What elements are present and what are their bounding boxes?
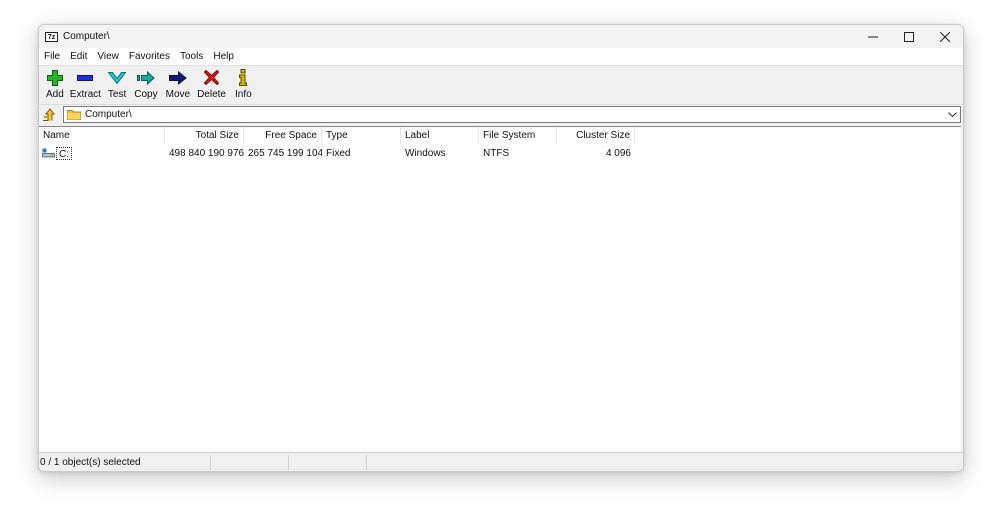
column-header-name[interactable]: Name bbox=[39, 127, 165, 144]
cell-total-size: 498 840 190 976 bbox=[169, 148, 244, 159]
chevron-down-icon[interactable] bbox=[948, 110, 957, 119]
add-label: Add bbox=[46, 89, 64, 100]
cell-file-system: NTFS bbox=[483, 148, 510, 159]
menu-view[interactable]: View bbox=[92, 48, 124, 65]
address-input[interactable]: Computer\ bbox=[63, 106, 961, 123]
test-label: Test bbox=[107, 89, 127, 100]
menu-help[interactable]: Help bbox=[208, 48, 239, 65]
menu-edit[interactable]: Edit bbox=[65, 48, 92, 65]
drive-icon bbox=[42, 148, 55, 158]
file-list[interactable]: Name Total Size Free Space Type Label Fi… bbox=[39, 126, 961, 453]
move-label: Move bbox=[165, 89, 191, 100]
column-header-file-system[interactable]: File System bbox=[479, 127, 557, 144]
cell-label: Windows bbox=[405, 148, 446, 159]
folder-icon bbox=[67, 109, 81, 120]
copy-button[interactable]: Copy bbox=[130, 66, 161, 103]
column-header-cluster-size[interactable]: Cluster Size bbox=[557, 127, 635, 144]
status-segment-3 bbox=[289, 455, 367, 470]
cell-cluster-size: 4 096 bbox=[605, 148, 631, 159]
close-icon bbox=[940, 31, 950, 42]
app-window: 7z Computer\ File Edit View Favorites To… bbox=[38, 24, 964, 472]
up-folder-icon bbox=[43, 108, 56, 121]
copy-label: Copy bbox=[134, 89, 158, 100]
minimize-button[interactable] bbox=[855, 25, 891, 48]
minimize-icon bbox=[868, 36, 878, 37]
extract-button[interactable]: Extract bbox=[67, 66, 104, 103]
list-header: Name Total Size Free Space Type Label Fi… bbox=[39, 127, 961, 144]
address-bar: Computer\ bbox=[39, 104, 963, 126]
maximize-icon bbox=[904, 31, 914, 42]
menu-bar: File Edit View Favorites Tools Help bbox=[39, 48, 963, 66]
copy-arrow-icon bbox=[136, 70, 155, 85]
drive-name: C: bbox=[56, 147, 72, 160]
cell-free-space: 265 745 199 104 bbox=[248, 148, 322, 159]
move-arrow-icon bbox=[168, 70, 187, 85]
cell-name: C: bbox=[39, 146, 165, 161]
window-controls bbox=[855, 25, 963, 48]
status-segment-2 bbox=[211, 455, 289, 470]
menu-file[interactable]: File bbox=[39, 48, 65, 65]
delete-button[interactable]: Delete bbox=[194, 66, 229, 103]
add-button[interactable]: Add bbox=[43, 66, 67, 103]
address-path: Computer\ bbox=[85, 109, 132, 120]
column-header-type[interactable]: Type bbox=[322, 127, 401, 144]
menu-favorites[interactable]: Favorites bbox=[124, 48, 175, 65]
close-button[interactable] bbox=[927, 25, 963, 48]
delete-label: Delete bbox=[197, 89, 226, 100]
column-header-label[interactable]: Label bbox=[401, 127, 479, 144]
info-icon bbox=[239, 69, 248, 86]
app-logo-icon: 7z bbox=[45, 31, 58, 42]
window-title: Computer\ bbox=[63, 31, 110, 42]
up-folder-button[interactable] bbox=[41, 107, 57, 123]
move-button[interactable]: Move bbox=[162, 66, 194, 103]
column-header-free-space[interactable]: Free Space bbox=[244, 127, 322, 144]
cell-type: Fixed bbox=[326, 148, 351, 159]
table-row[interactable]: C: 498 840 190 976 265 745 199 104 Fixed… bbox=[39, 146, 961, 161]
column-header-total-size[interactable]: Total Size bbox=[165, 127, 244, 144]
plus-icon bbox=[46, 69, 63, 86]
menu-tools[interactable]: Tools bbox=[175, 48, 208, 65]
toolbar: Add Extract Test Copy Move Delete Info bbox=[39, 66, 963, 103]
extract-label: Extract bbox=[69, 89, 101, 100]
info-label: Info bbox=[234, 89, 252, 100]
maximize-button[interactable] bbox=[891, 25, 927, 48]
title-bar[interactable]: 7z Computer\ bbox=[39, 25, 963, 48]
test-button[interactable]: Test bbox=[104, 66, 130, 103]
check-chevron-icon bbox=[108, 71, 127, 84]
status-bar: 0 / 1 object(s) selected bbox=[39, 452, 963, 471]
info-button[interactable]: Info bbox=[229, 66, 258, 103]
status-selection: 0 / 1 object(s) selected bbox=[39, 455, 211, 470]
delete-x-icon bbox=[204, 70, 220, 85]
minus-icon bbox=[77, 74, 94, 81]
